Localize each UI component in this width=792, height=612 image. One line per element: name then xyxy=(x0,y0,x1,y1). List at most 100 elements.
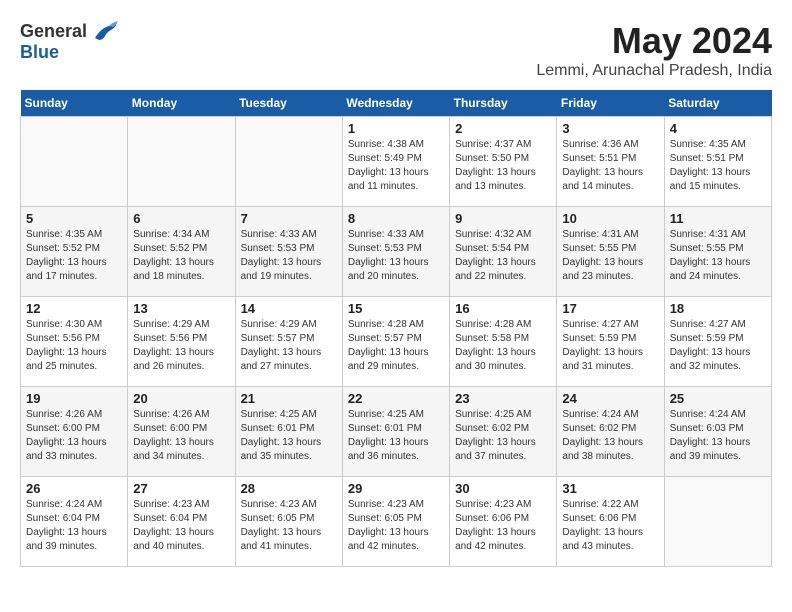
day-info: Sunrise: 4:24 AM Sunset: 6:03 PM Dayligh… xyxy=(670,408,766,464)
calendar-cell: 26 Sunrise: 4:24 AM Sunset: 6:04 PM Dayli… xyxy=(21,477,128,567)
day-info: Sunrise: 4:31 AM Sunset: 5:55 PM Dayligh… xyxy=(670,228,766,284)
day-number: 2 xyxy=(455,121,551,136)
week-row-4: 19 Sunrise: 4:26 AM Sunset: 6:00 PM Dayli… xyxy=(21,387,772,477)
calendar-cell: 22 Sunrise: 4:25 AM Sunset: 6:01 PM Dayli… xyxy=(342,387,449,477)
day-number: 5 xyxy=(26,211,122,226)
day-number: 7 xyxy=(241,211,337,226)
calendar-cell: 28 Sunrise: 4:23 AM Sunset: 6:05 PM Dayli… xyxy=(235,477,342,567)
day-info: Sunrise: 4:28 AM Sunset: 5:58 PM Dayligh… xyxy=(455,318,551,374)
day-number: 16 xyxy=(455,301,551,316)
calendar-cell: 3 Sunrise: 4:36 AM Sunset: 5:51 PM Daylig… xyxy=(557,117,664,207)
day-info: Sunrise: 4:36 AM Sunset: 5:51 PM Dayligh… xyxy=(562,138,658,194)
day-info: Sunrise: 4:32 AM Sunset: 5:54 PM Dayligh… xyxy=(455,228,551,284)
calendar-cell: 12Sunrise: 4:30 AM Sunset: 5:56 PM Dayli… xyxy=(21,297,128,387)
calendar-cell: 8 Sunrise: 4:33 AM Sunset: 5:53 PM Daylig… xyxy=(342,207,449,297)
day-info: Sunrise: 4:23 AM Sunset: 6:05 PM Dayligh… xyxy=(241,498,337,554)
day-info: Sunrise: 4:37 AM Sunset: 5:50 PM Dayligh… xyxy=(455,138,551,194)
title-section: May 2024 Lemmi, Arunachal Pradesh, India xyxy=(536,20,772,80)
calendar-cell: 10 Sunrise: 4:31 AM Sunset: 5:55 PM Dayli… xyxy=(557,207,664,297)
day-number: 9 xyxy=(455,211,551,226)
day-number: 4 xyxy=(670,121,766,136)
day-info: Sunrise: 4:35 AM Sunset: 5:52 PM Dayligh… xyxy=(26,228,122,284)
day-number: 11 xyxy=(670,211,766,226)
calendar-cell: 13Sunrise: 4:29 AM Sunset: 5:56 PM Dayli… xyxy=(128,297,235,387)
calendar-cell xyxy=(21,117,128,207)
calendar-cell: 30 Sunrise: 4:23 AM Sunset: 6:06 PM Dayli… xyxy=(450,477,557,567)
calendar-cell: 18 Sunrise: 4:27 AM Sunset: 5:59 PM Dayli… xyxy=(664,297,771,387)
calendar-cell xyxy=(235,117,342,207)
day-header-sunday: Sunday xyxy=(21,90,128,117)
day-info: Sunrise: 4:29 AM Sunset: 5:57 PM Dayligh… xyxy=(241,318,337,374)
week-row-5: 26 Sunrise: 4:24 AM Sunset: 6:04 PM Dayli… xyxy=(21,477,772,567)
calendar-cell: 17Sunrise: 4:27 AM Sunset: 5:59 PM Dayli… xyxy=(557,297,664,387)
calendar-cell: 23Sunrise: 4:25 AM Sunset: 6:02 PM Dayli… xyxy=(450,387,557,477)
week-row-1: 1 Sunrise: 4:38 AM Sunset: 5:49 PM Daylig… xyxy=(21,117,772,207)
calendar-table: SundayMondayTuesdayWednesdayThursdayFrid… xyxy=(20,90,772,567)
day-info: Sunrise: 4:38 AM Sunset: 5:49 PM Dayligh… xyxy=(348,138,444,194)
day-number: 14 xyxy=(241,301,337,316)
day-number: 30 xyxy=(455,481,551,496)
day-info: Sunrise: 4:26 AM Sunset: 6:00 PM Dayligh… xyxy=(26,408,122,464)
day-header-saturday: Saturday xyxy=(664,90,771,117)
day-info: Sunrise: 4:22 AM Sunset: 6:06 PM Dayligh… xyxy=(562,498,658,554)
day-info: Sunrise: 4:24 AM Sunset: 6:04 PM Dayligh… xyxy=(26,498,122,554)
calendar-cell: 31Sunrise: 4:22 AM Sunset: 6:06 PM Dayli… xyxy=(557,477,664,567)
day-header-friday: Friday xyxy=(557,90,664,117)
calendar-cell: 24Sunrise: 4:24 AM Sunset: 6:02 PM Dayli… xyxy=(557,387,664,477)
day-number: 20 xyxy=(133,391,229,406)
calendar-cell: 19 Sunrise: 4:26 AM Sunset: 6:00 PM Dayli… xyxy=(21,387,128,477)
day-number: 18 xyxy=(670,301,766,316)
day-header-monday: Monday xyxy=(128,90,235,117)
day-info: Sunrise: 4:23 AM Sunset: 6:04 PM Dayligh… xyxy=(133,498,229,554)
calendar-cell xyxy=(128,117,235,207)
day-header-tuesday: Tuesday xyxy=(235,90,342,117)
header-row: SundayMondayTuesdayWednesdayThursdayFrid… xyxy=(21,90,772,117)
day-info: Sunrise: 4:31 AM Sunset: 5:55 PM Dayligh… xyxy=(562,228,658,284)
day-info: Sunrise: 4:25 AM Sunset: 6:02 PM Dayligh… xyxy=(455,408,551,464)
day-header-thursday: Thursday xyxy=(450,90,557,117)
day-number: 22 xyxy=(348,391,444,406)
day-info: Sunrise: 4:25 AM Sunset: 6:01 PM Dayligh… xyxy=(241,408,337,464)
day-number: 12 xyxy=(26,301,122,316)
logo-general-text: General xyxy=(20,21,87,42)
day-number: 10 xyxy=(562,211,658,226)
day-number: 13 xyxy=(133,301,229,316)
day-info: Sunrise: 4:34 AM Sunset: 5:52 PM Dayligh… xyxy=(133,228,229,284)
calendar-cell: 5 Sunrise: 4:35 AM Sunset: 5:52 PM Daylig… xyxy=(21,207,128,297)
day-info: Sunrise: 4:25 AM Sunset: 6:01 PM Dayligh… xyxy=(348,408,444,464)
day-number: 1 xyxy=(348,121,444,136)
calendar-cell: 2 Sunrise: 4:37 AM Sunset: 5:50 PM Daylig… xyxy=(450,117,557,207)
calendar-cell: 1 Sunrise: 4:38 AM Sunset: 5:49 PM Daylig… xyxy=(342,117,449,207)
day-number: 8 xyxy=(348,211,444,226)
calendar-cell xyxy=(664,477,771,567)
logo-bird-icon xyxy=(91,20,119,42)
calendar-cell: 27Sunrise: 4:23 AM Sunset: 6:04 PM Dayli… xyxy=(128,477,235,567)
day-number: 25 xyxy=(670,391,766,406)
day-number: 19 xyxy=(26,391,122,406)
calendar-cell: 4Sunrise: 4:35 AM Sunset: 5:51 PM Daylig… xyxy=(664,117,771,207)
day-number: 15 xyxy=(348,301,444,316)
day-info: Sunrise: 4:33 AM Sunset: 5:53 PM Dayligh… xyxy=(348,228,444,284)
calendar-cell: 15Sunrise: 4:28 AM Sunset: 5:57 PM Dayli… xyxy=(342,297,449,387)
location-title: Lemmi, Arunachal Pradesh, India xyxy=(536,62,772,80)
day-number: 26 xyxy=(26,481,122,496)
week-row-3: 12Sunrise: 4:30 AM Sunset: 5:56 PM Dayli… xyxy=(21,297,772,387)
header: General Blue May 2024 Lemmi, Arunachal P… xyxy=(20,20,772,80)
calendar-cell: 7 Sunrise: 4:33 AM Sunset: 5:53 PM Daylig… xyxy=(235,207,342,297)
day-info: Sunrise: 4:23 AM Sunset: 6:06 PM Dayligh… xyxy=(455,498,551,554)
day-info: Sunrise: 4:27 AM Sunset: 5:59 PM Dayligh… xyxy=(670,318,766,374)
calendar-cell: 11 Sunrise: 4:31 AM Sunset: 5:55 PM Dayli… xyxy=(664,207,771,297)
calendar-cell: 9 Sunrise: 4:32 AM Sunset: 5:54 PM Daylig… xyxy=(450,207,557,297)
day-number: 6 xyxy=(133,211,229,226)
month-title: May 2024 xyxy=(536,20,772,62)
day-number: 3 xyxy=(562,121,658,136)
day-info: Sunrise: 4:23 AM Sunset: 6:05 PM Dayligh… xyxy=(348,498,444,554)
calendar-cell: 14 Sunrise: 4:29 AM Sunset: 5:57 PM Dayli… xyxy=(235,297,342,387)
calendar-cell: 29 Sunrise: 4:23 AM Sunset: 6:05 PM Dayli… xyxy=(342,477,449,567)
day-number: 17 xyxy=(562,301,658,316)
calendar-cell: 6 Sunrise: 4:34 AM Sunset: 5:52 PM Daylig… xyxy=(128,207,235,297)
day-info: Sunrise: 4:33 AM Sunset: 5:53 PM Dayligh… xyxy=(241,228,337,284)
day-number: 28 xyxy=(241,481,337,496)
day-number: 29 xyxy=(348,481,444,496)
day-info: Sunrise: 4:24 AM Sunset: 6:02 PM Dayligh… xyxy=(562,408,658,464)
